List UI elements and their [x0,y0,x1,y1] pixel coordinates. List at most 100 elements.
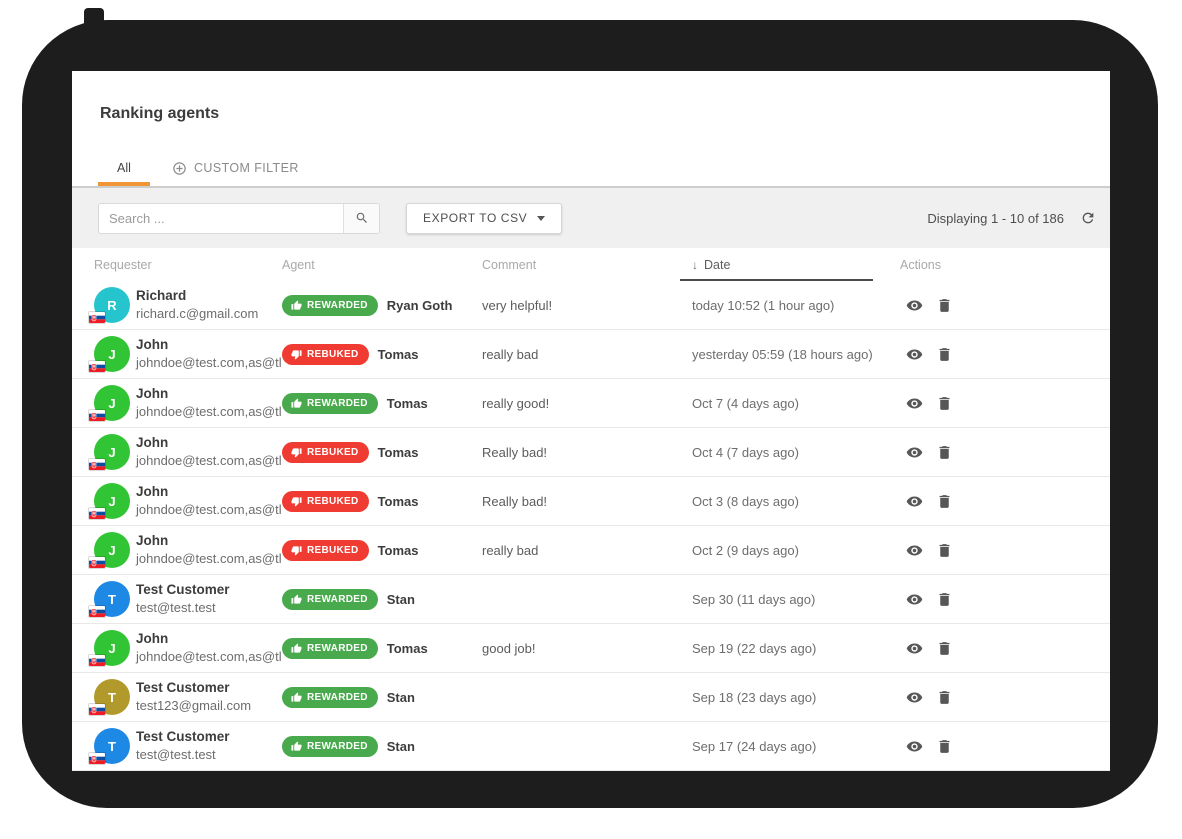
thumb-down-icon [291,496,302,507]
page-header: Ranking agents [72,71,1110,150]
ranking-badge-label: REBUKED [307,447,359,458]
view-button[interactable] [906,640,923,657]
avatar-initial: J [108,445,115,460]
thumb-down-icon [291,545,302,556]
view-button[interactable] [906,444,923,461]
date-cell: Oct 7 (4 days ago) [692,396,900,411]
view-button[interactable] [906,591,923,608]
view-button[interactable] [906,689,923,706]
view-button[interactable] [906,297,923,314]
tab-custom-filter[interactable]: CUSTOM FILTER [172,161,299,176]
export-to-csv-button[interactable]: EXPORT TO CSV [406,203,562,234]
eye-icon [906,591,923,608]
table-row: J John johndoe@test.com,as@tl REWARDED [72,379,1110,428]
thumb-up-icon [291,300,302,311]
column-header-date[interactable]: ↓ Date [692,248,900,281]
eye-icon [906,542,923,559]
slovakia-flag-icon [89,459,105,470]
date-cell: Oct 2 (9 days ago) [692,543,900,558]
ranking-badge: REWARDED [282,736,378,757]
date-cell: Sep 30 (11 days ago) [692,592,900,607]
tab-custom-filter-label: CUSTOM FILTER [194,161,299,175]
requester-identity: Test Customer test@test.test [136,728,230,764]
column-header-comment[interactable]: Comment [482,258,692,272]
view-button[interactable] [906,346,923,363]
refresh-icon [1080,210,1096,226]
avatar-initial: T [108,739,116,754]
requester-identity: Test Customer test@test.test [136,581,230,617]
agent-cell: REWARDED Stan [282,589,482,610]
delete-button[interactable] [936,591,953,608]
date-cell: Oct 4 (7 days ago) [692,445,900,460]
requester-identity: Richard richard.c@gmail.com [136,287,258,323]
table-row: T Test Customer test@test.test REWARDED [72,575,1110,624]
agent-cell: REWARDED Stan [282,736,482,757]
column-header-agent[interactable]: Agent [282,258,482,272]
delete-button[interactable] [936,346,953,363]
delete-button[interactable] [936,542,953,559]
delete-button[interactable] [936,640,953,657]
slovakia-flag-icon [89,410,105,421]
agent-cell: REBUKED Tomas [282,344,482,365]
actions-cell [900,346,1110,363]
requester-cell: T Test Customer test@test.test [94,728,282,764]
delete-button[interactable] [936,689,953,706]
thumb-down-icon [291,447,302,458]
table-row: T Test Customer test@test.test REWARDED [72,722,1110,771]
tab-all[interactable]: All [98,150,150,186]
requester-cell: J John johndoe@test.com,as@tl [94,336,282,372]
delete-button[interactable] [936,297,953,314]
comment-cell: very helpful! [482,298,692,313]
ranking-badge: REBUKED [282,344,369,365]
comment-cell: really good! [482,396,692,411]
avatar: J [94,434,130,470]
delete-button[interactable] [936,738,953,755]
agent-cell: REBUKED Tomas [282,540,482,561]
slovakia-flag-icon [89,655,105,666]
refresh-button[interactable] [1080,210,1096,226]
table-row: J John johndoe@test.com,as@tl REWARDED [72,624,1110,673]
slovakia-flag-icon [89,753,105,764]
view-button[interactable] [906,542,923,559]
ranking-badge-label: REWARDED [307,594,368,605]
eye-icon [906,346,923,363]
avatar-initial: J [108,641,115,656]
thumb-up-icon [291,692,302,703]
requester-email: johndoe@test.com,as@tl [136,354,282,372]
view-button[interactable] [906,395,923,412]
requester-name: John [136,336,282,354]
actions-cell [900,689,1110,706]
view-button[interactable] [906,493,923,510]
trash-icon [936,346,953,363]
slovakia-flag-icon [89,508,105,519]
actions-cell [900,395,1110,412]
trash-icon [936,591,953,608]
search-button[interactable] [343,204,379,233]
thumb-up-icon [291,741,302,752]
slovakia-flag-icon [89,606,105,617]
ranking-badge: REWARDED [282,295,378,316]
actions-cell [900,297,1110,314]
date-cell: yesterday 05:59 (18 hours ago) [692,347,900,362]
trash-icon [936,689,953,706]
search-input[interactable] [99,204,343,233]
page-title: Ranking agents [100,105,1110,123]
requester-name: Test Customer [136,728,230,746]
requester-email: johndoe@test.com,as@tl [136,452,282,470]
table-row: J John johndoe@test.com,as@tl REBUKED [72,477,1110,526]
requester-email: johndoe@test.com,as@tl [136,550,282,568]
eye-icon [906,738,923,755]
table-row: J John johndoe@test.com,as@tl REBUKED [72,428,1110,477]
delete-button[interactable] [936,444,953,461]
search-icon [355,211,369,225]
view-button[interactable] [906,738,923,755]
actions-cell [900,444,1110,461]
delete-button[interactable] [936,493,953,510]
delete-button[interactable] [936,395,953,412]
column-header-requester[interactable]: Requester [94,258,282,272]
avatar: J [94,385,130,421]
requester-email: johndoe@test.com,as@tl [136,403,282,421]
requester-cell: J John johndoe@test.com,as@tl [94,630,282,666]
agent-name: Tomas [387,641,428,656]
ranking-badge-label: REWARDED [307,741,368,752]
